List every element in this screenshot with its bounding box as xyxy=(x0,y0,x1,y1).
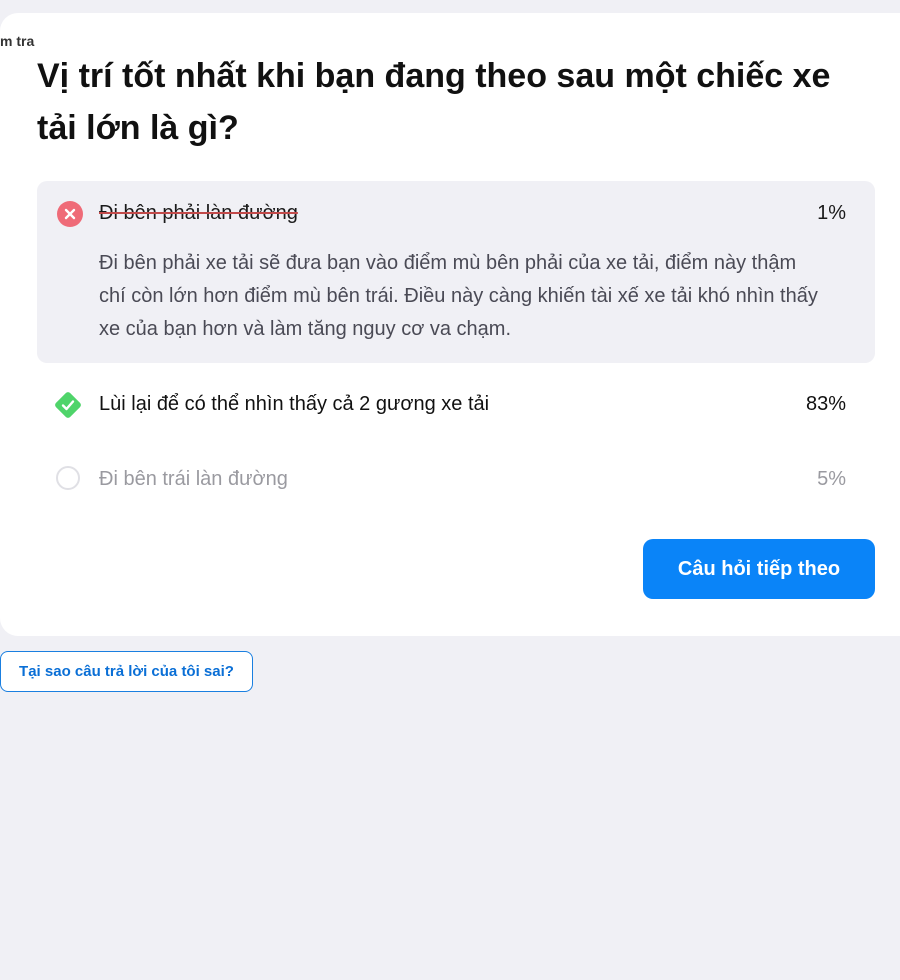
answer-label: Lùi lại để có thể nhìn thấy cả 2 gương x… xyxy=(99,393,490,415)
answer-label: Đi bên phải làn đường xyxy=(99,202,298,224)
answer-explanation: Đi bên phải xe tải sẽ đưa bạn vào điểm m… xyxy=(99,252,818,340)
answer-percent: 1% xyxy=(817,202,846,224)
x-circle-icon xyxy=(57,201,83,227)
answer-percent: 5% xyxy=(817,468,846,490)
check-diamond-icon xyxy=(52,389,84,421)
answer-option-wrong[interactable]: Đi bên phải làn đường 1% Đi bên phải xe … xyxy=(37,181,875,363)
question-title: Vị trí tốt nhất khi bạn đang theo sau mộ… xyxy=(37,57,831,147)
answer-option-correct[interactable]: Lùi lại để có thể nhìn thấy cả 2 gương x… xyxy=(37,380,875,430)
next-question-button[interactable]: Câu hỏi tiếp theo xyxy=(643,539,875,599)
answer-percent: 83% xyxy=(805,393,846,415)
why-wrong-button[interactable]: Tại sao câu trả lời của tôi sai? xyxy=(0,651,253,692)
breadcrumb: m tra xyxy=(0,33,35,49)
answer-option-neutral[interactable]: Đi bên trái làn đường 5% xyxy=(37,455,875,505)
answer-label: Đi bên trái làn đường xyxy=(99,468,288,490)
empty-circle-icon xyxy=(56,466,80,490)
